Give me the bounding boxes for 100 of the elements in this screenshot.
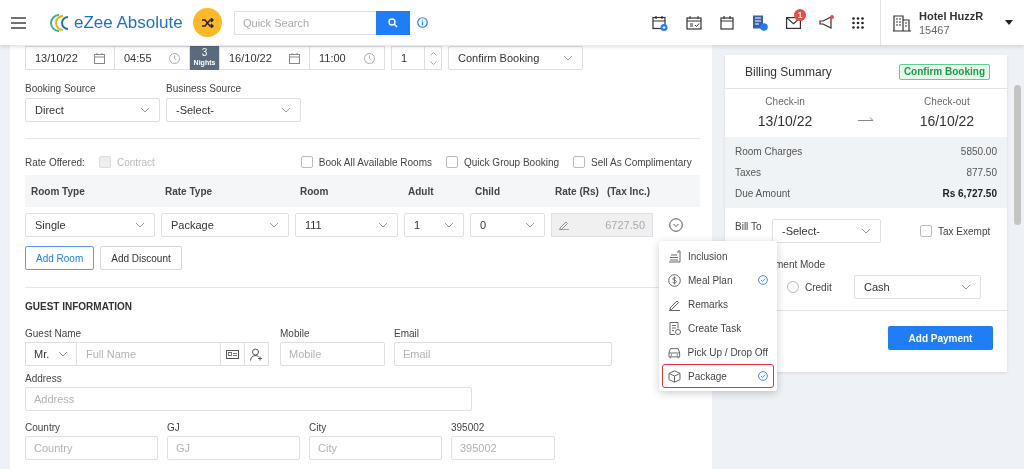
mobile-field[interactable]: Mobile <box>280 342 385 366</box>
location-field[interactable]: GJ <box>167 436 300 460</box>
field-label: Country <box>25 421 60 435</box>
charge-amount: Rs 6,727.50 <box>942 187 997 201</box>
shuffle-icon <box>201 17 214 28</box>
add-payment-button[interactable]: Add Payment <box>888 326 993 350</box>
switch-button[interactable] <box>193 8 222 37</box>
chevron-down-icon <box>563 55 573 61</box>
source-select[interactable]: -Select- <box>166 98 301 122</box>
charge-label: Taxes <box>735 166 762 180</box>
field-label: 395002 <box>451 421 485 435</box>
select-value: Cash <box>864 279 890 295</box>
expand-circle-icon[interactable] <box>669 218 683 232</box>
menu-item[interactable]: Meal Plan <box>662 268 774 292</box>
time-field[interactable]: 04:55 <box>115 46 190 70</box>
checkbox[interactable] <box>446 156 458 168</box>
bill-to-select[interactable]: -Select- <box>772 219 881 243</box>
date-field[interactable]: 16/10/22 <box>219 46 310 70</box>
location-field[interactable]: Country <box>25 436 158 460</box>
full-name-field[interactable]: Full Name <box>77 343 220 365</box>
checkbox-label: Tax Exempt <box>938 224 991 239</box>
menu-item[interactable]: Pick Up / Drop Off <box>662 340 774 364</box>
select-value: Package <box>171 217 214 233</box>
check-circle-icon <box>758 275 768 285</box>
time-field[interactable]: 11:00 <box>310 46 385 70</box>
field-label: GJ <box>167 421 180 435</box>
payment-method-select[interactable]: Cash <box>854 275 981 299</box>
status-badge: Confirm Booking <box>898 63 990 80</box>
clock-icon <box>364 52 375 64</box>
field-label: Guest Name <box>25 327 82 341</box>
search-field[interactable]: Quick Search <box>234 10 376 35</box>
location-field[interactable]: City <box>309 436 442 460</box>
select-value: 0 <box>480 217 487 233</box>
checkbox[interactable] <box>300 156 313 168</box>
select-value: 111 <box>305 217 322 233</box>
room-select[interactable]: 111 <box>295 213 398 237</box>
checkbox-label: Quick Group Booking <box>464 155 560 170</box>
check-circle-icon <box>758 371 768 381</box>
field-label: Business Source <box>166 82 242 96</box>
charge-amount: 877.50 <box>966 166 997 180</box>
calendar-icon <box>94 52 105 64</box>
source-select[interactable]: Direct <box>25 98 160 122</box>
rate-type-select[interactable]: Package <box>161 213 289 237</box>
select-value: -Select- <box>176 102 214 118</box>
chevron-down-icon <box>140 107 150 113</box>
room-type-select[interactable]: Single <box>25 213 155 237</box>
menu-icon[interactable] <box>11 16 26 29</box>
chevron-down-icon <box>961 284 971 290</box>
apps-grid-icon[interactable] <box>852 16 864 29</box>
search-icon <box>388 17 398 28</box>
child-select[interactable]: 0 <box>470 213 545 237</box>
search-button[interactable] <box>376 10 410 35</box>
scrollbar[interactable] <box>1014 85 1021 225</box>
caret-icon[interactable] <box>1005 20 1013 25</box>
column-header: Room <box>300 184 330 199</box>
stepper-value: 1 <box>400 50 409 66</box>
chevron-down-icon <box>861 228 871 234</box>
section-heading: GUEST INFORMATION <box>25 300 133 314</box>
field-value: 11:00 <box>319 50 346 66</box>
task-icon <box>668 321 681 335</box>
check-out-label: Check-out <box>924 95 970 109</box>
hotel-name: Hotel HuzzR <box>919 8 984 23</box>
invoice-icon[interactable] <box>752 14 768 31</box>
column-header: Rate (Rs) <box>555 184 599 199</box>
status-select[interactable]: Confirm Booking <box>448 46 583 70</box>
address-field[interactable]: Address <box>25 387 472 411</box>
list-icon <box>668 249 681 263</box>
chevron-down-icon <box>58 351 68 357</box>
id-card-icon <box>226 349 239 359</box>
add-discount-button[interactable]: Add Discount <box>100 246 182 270</box>
calendar-icon[interactable] <box>720 15 734 30</box>
chevron-down-icon <box>444 222 454 228</box>
info-icon[interactable] <box>417 17 428 28</box>
megaphone-icon[interactable] <box>819 15 834 30</box>
email-field[interactable]: Email <box>394 342 612 366</box>
menu-item[interactable]: Create Task <box>662 316 774 340</box>
radio-label: Credit <box>805 280 833 295</box>
box-icon <box>668 369 681 383</box>
location-field[interactable]: 395002 <box>451 436 555 460</box>
calendar-add-icon[interactable] <box>652 14 668 31</box>
charge-amount: 5850.00 <box>960 145 997 159</box>
field-label: Address <box>25 372 62 386</box>
menu-item[interactable]: Package <box>662 364 774 388</box>
guest-name-field[interactable]: Mr. Full Name <box>25 342 269 366</box>
column-header: Child <box>475 184 501 199</box>
menu-item[interactable]: Remarks <box>662 292 774 316</box>
field-label: Booking Source <box>25 82 96 96</box>
add-room-button[interactable]: Add Room <box>25 246 95 270</box>
adult-select[interactable]: 1 <box>404 213 464 237</box>
date-field[interactable]: 13/10/22 <box>25 46 115 70</box>
checkbox-label: Sell As Complimentary <box>591 155 692 170</box>
menu-item[interactable]: Inclusion <box>662 244 774 268</box>
field-label: Email <box>394 327 419 341</box>
checkbox[interactable] <box>920 225 932 237</box>
select-value: Direct <box>35 102 64 118</box>
title-select[interactable]: Mr. <box>26 343 77 365</box>
column-note: (Tax Inc.) <box>606 184 651 199</box>
select-value: 1 <box>414 217 421 233</box>
calendar-check-icon[interactable] <box>686 15 702 30</box>
checkbox[interactable] <box>573 156 586 168</box>
